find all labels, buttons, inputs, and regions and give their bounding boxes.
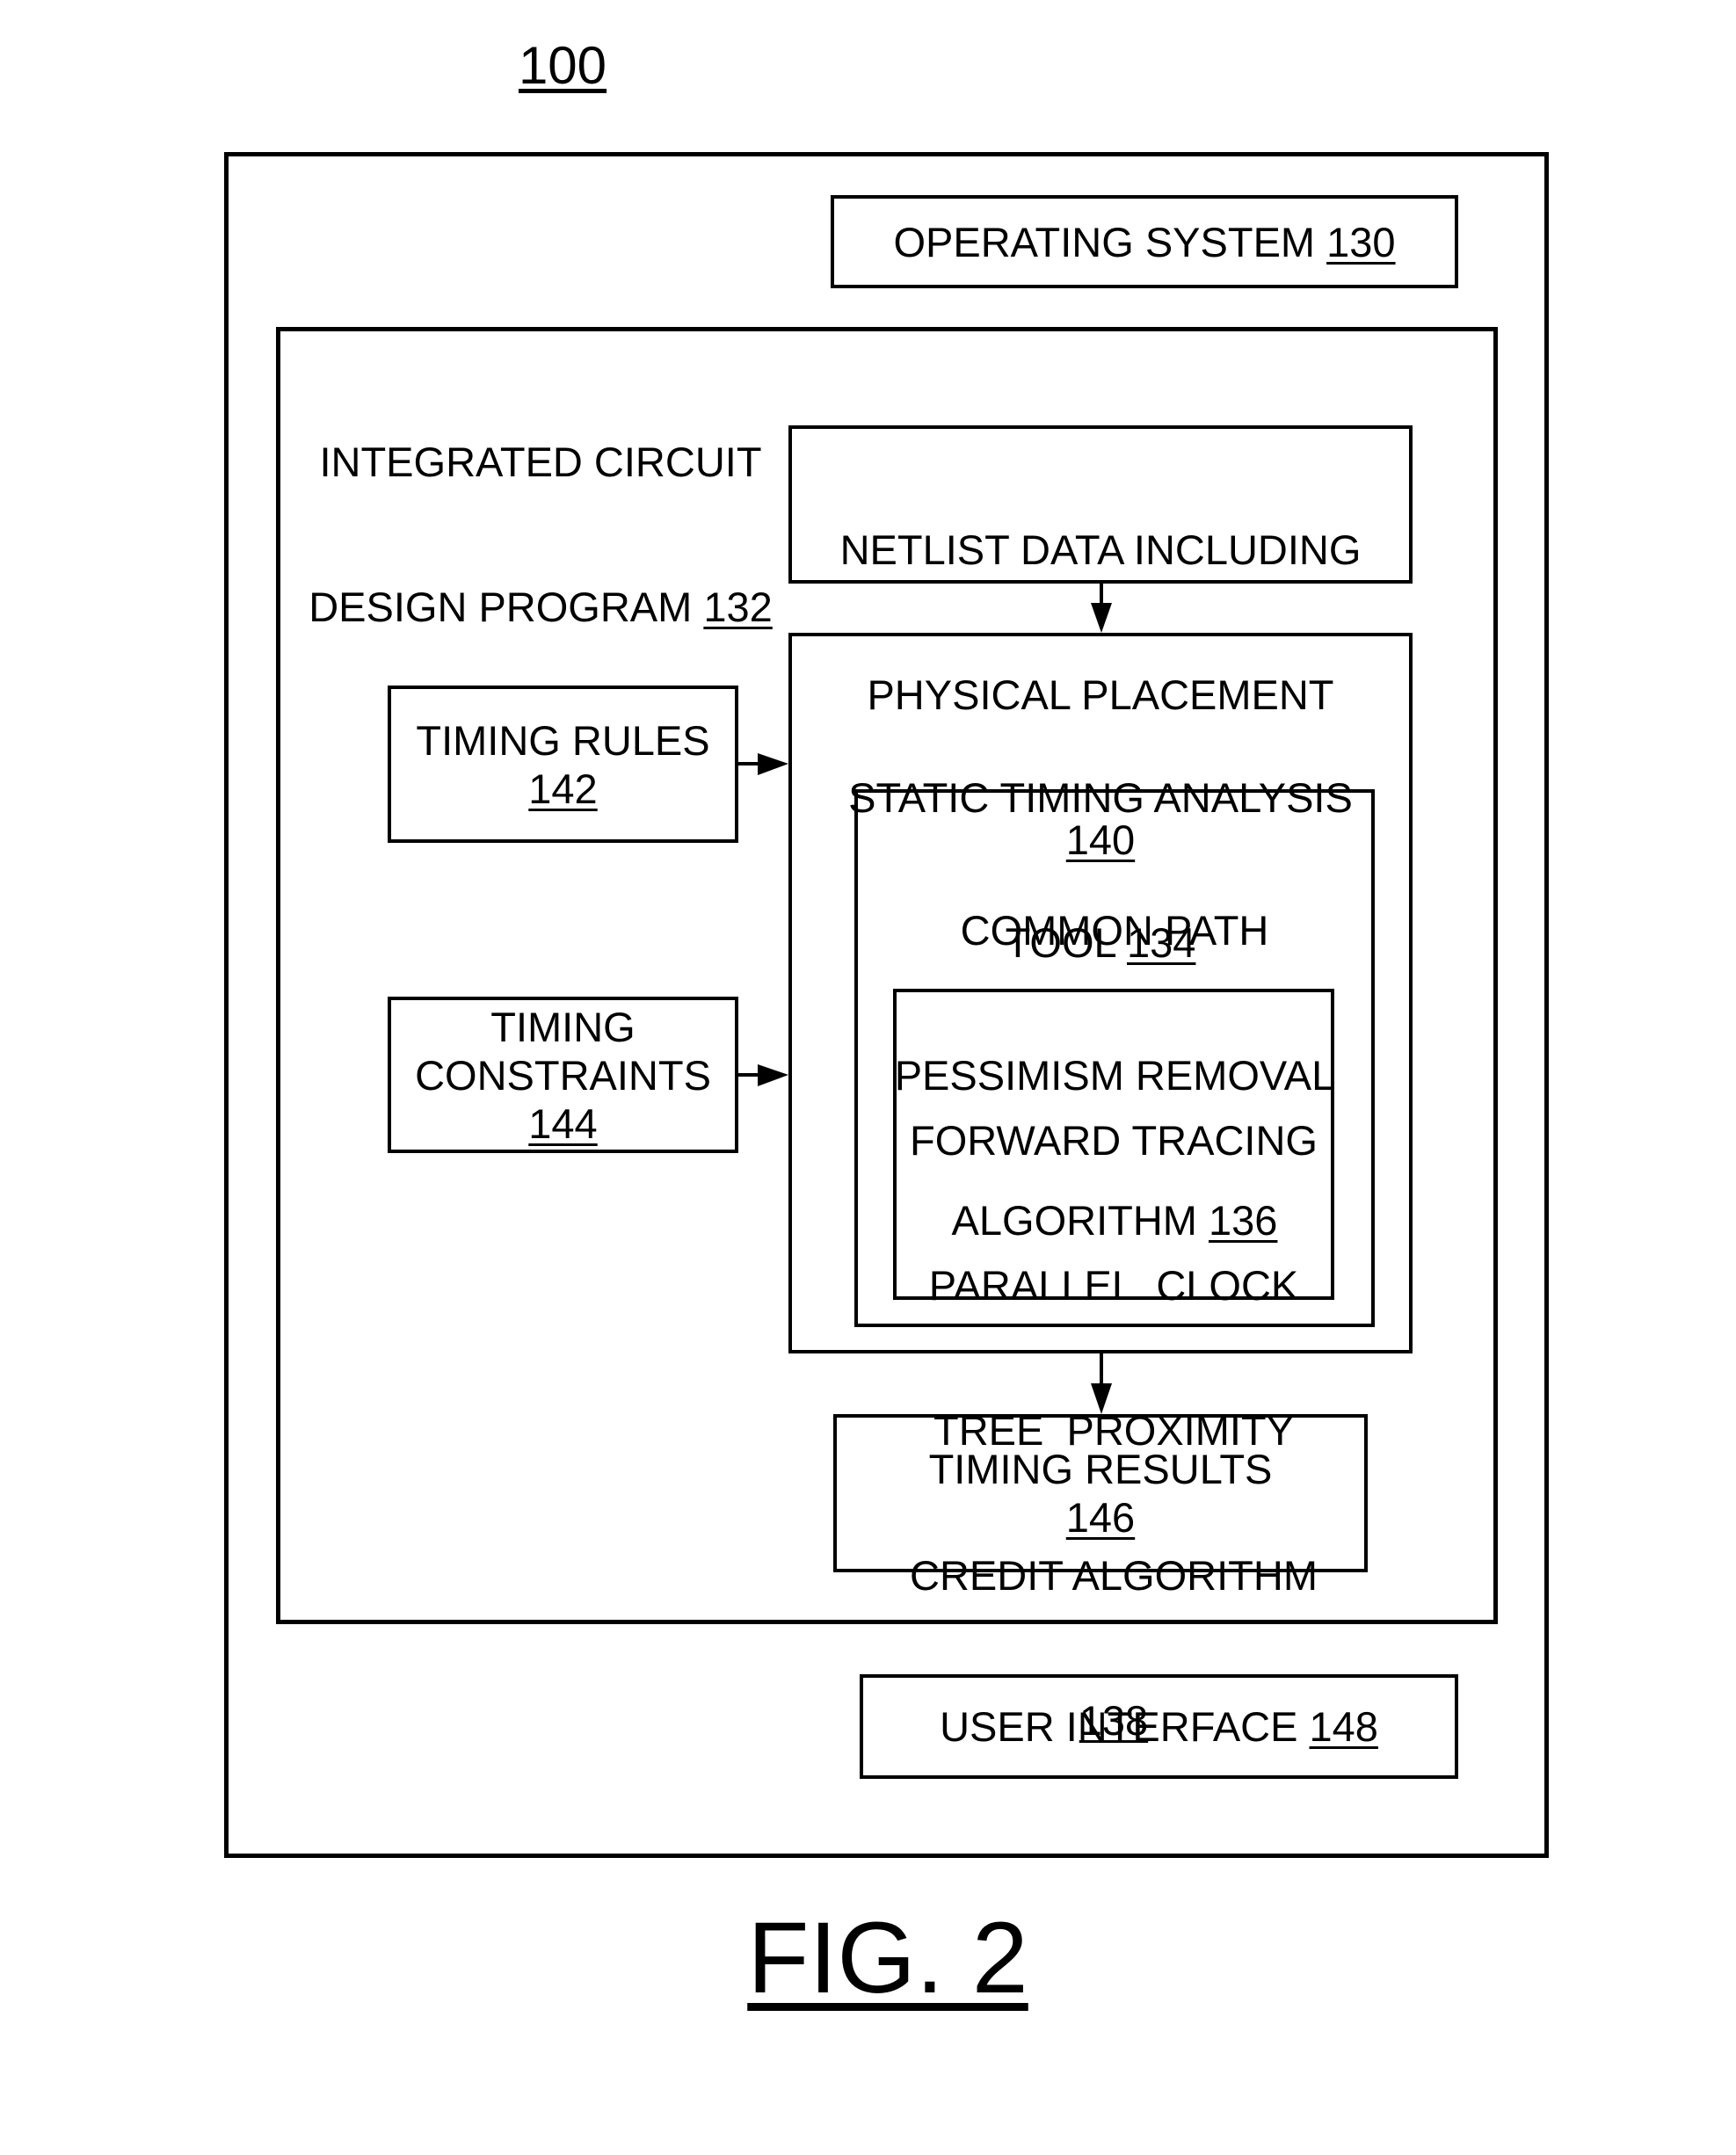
timing-constraints-label: TIMING CONSTRAINTS 144 — [388, 997, 738, 1153]
design-program-line-2: DESIGN PROGRAM — [309, 584, 704, 630]
design-program-ref: 132 — [703, 584, 773, 630]
timing-results-label: TIMING RESULTS 146 — [833, 1414, 1368, 1572]
timing-constraints-ref: 144 — [528, 1099, 598, 1147]
timing-results-line-1: TIMING RESULTS — [928, 1446, 1273, 1492]
timing-rules-label: TIMING RULES 142 — [388, 686, 738, 843]
timing-constraints-line-1: TIMING — [490, 1003, 636, 1050]
figure-caption-text: FIG. 2 — [747, 1902, 1028, 2014]
timing-results-ref: 146 — [1065, 1494, 1136, 1541]
timing-rules-ref: 142 — [528, 765, 598, 812]
figure-reference-label: 100 — [518, 36, 607, 95]
timing-constraints-line-2: CONSTRAINTS — [415, 1051, 711, 1099]
design-program-line-1: INTEGRATED CIRCUIT — [319, 439, 762, 485]
forward-tracing-line-2: PARALLEL CLOCK — [928, 1262, 1299, 1309]
user-interface-label: USER INTERFACE 148 — [860, 1674, 1458, 1779]
netlist-line-1: NETLIST DATA INCLUDING — [839, 526, 1362, 573]
operating-system-ref: 130 — [1326, 218, 1396, 265]
figure-reference-number: 100 — [492, 35, 633, 97]
forward-tracing-line-1: FORWARD TRACING — [910, 1117, 1318, 1164]
operating-system-label: OPERATING SYSTEM 130 — [831, 195, 1458, 288]
user-interface-ref: 148 — [1309, 1703, 1378, 1750]
user-interface-text: USER INTERFACE — [940, 1703, 1310, 1750]
operating-system-text: OPERATING SYSTEM — [893, 218, 1327, 265]
design-program-label: INTEGRATED CIRCUIT DESIGN PROGRAM 132 — [290, 341, 791, 679]
cppr-line-1: COMMON PATH — [960, 907, 1269, 954]
figure-caption: FIG. 2 — [668, 1901, 1108, 2015]
timing-rules-line-1: TIMING RULES — [416, 716, 710, 764]
